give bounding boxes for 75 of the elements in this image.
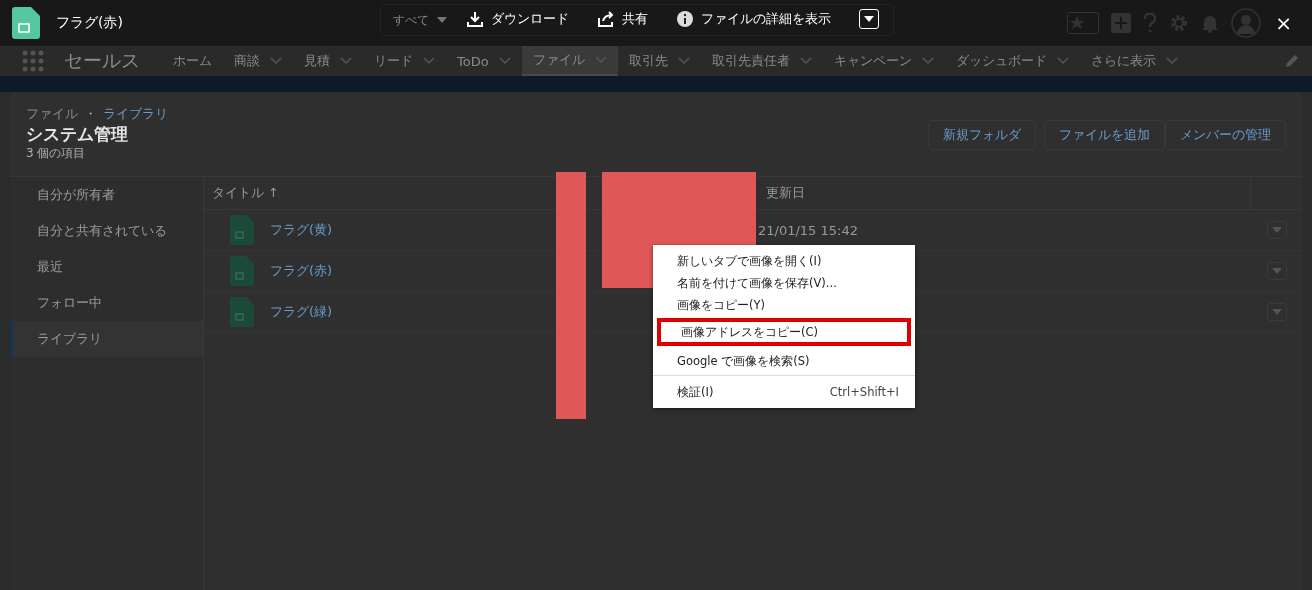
row-menu-button[interactable] <box>1266 262 1287 280</box>
chevron-icon <box>799 57 812 65</box>
share-button[interactable]: 共有 <box>597 8 648 30</box>
more-menu-button[interactable] <box>859 9 879 29</box>
menu-item[interactable]: 画像をコピー(Y) <box>653 294 915 316</box>
avatar-icon[interactable] <box>1231 8 1262 38</box>
menu-item[interactable]: 画像アドレスをコピー(C) <box>657 318 911 346</box>
caret-icon <box>864 16 874 22</box>
file-name: フラグ(赤) <box>56 14 123 32</box>
menu-item[interactable]: 名前を付けて画像を保存(V)... <box>653 272 915 294</box>
chevron-icon <box>340 57 352 65</box>
image-file-icon <box>12 7 40 39</box>
page-action-button[interactable]: ファイルを追加 <box>1044 120 1165 150</box>
menu-item[interactable]: 検証(I) Ctrl+Shift+I <box>653 381 915 403</box>
chevron-icon <box>921 57 934 65</box>
row-menu-button[interactable] <box>1266 221 1287 239</box>
sidebar-item[interactable]: 最近 <box>10 249 203 285</box>
file-details-button[interactable]: ファイルの詳細を表示 <box>676 8 831 30</box>
caret-icon <box>1271 227 1282 233</box>
chevron-icon <box>498 57 511 65</box>
page-title: システム管理 <box>26 123 129 145</box>
nav-tab[interactable]: さらに表示 <box>1079 46 1189 76</box>
close-button[interactable]: × <box>1271 11 1296 35</box>
nav-tab[interactable]: 見積 <box>293 46 363 76</box>
nav-tab[interactable]: ファイル <box>521 46 618 76</box>
app-launcher-icon[interactable] <box>22 50 44 72</box>
nav-tab[interactable]: 商談 <box>223 46 293 76</box>
breadcrumb-text: ファイル <box>26 106 78 123</box>
bell-icon[interactable] <box>1201 13 1220 33</box>
nav-tab[interactable]: ToDo <box>446 46 522 76</box>
chevron-icon <box>423 57 435 65</box>
menu-item[interactable]: 新しいタブで画像を開く(I) <box>653 250 915 272</box>
sidebar-item[interactable]: 自分が所有者 <box>10 177 203 213</box>
column-header[interactable]: タイトル ↑ <box>212 184 279 200</box>
sidebar-item[interactable]: フォロー中 <box>10 285 203 321</box>
page-action-button[interactable]: メンバーの管理 <box>1165 120 1286 150</box>
row-menu-button[interactable] <box>1266 303 1287 321</box>
nav-tab[interactable]: ホーム <box>162 46 223 76</box>
column-header[interactable]: 更新日 <box>756 184 1250 202</box>
chevron-icon <box>594 56 607 64</box>
download-icon <box>466 10 484 28</box>
download-button[interactable]: ダウンロード <box>466 8 569 30</box>
nav-tab[interactable]: 取引先 <box>617 46 701 76</box>
help-icon[interactable] <box>1143 13 1158 33</box>
nav-tab[interactable]: キャンペーン <box>822 46 945 76</box>
plus-icon[interactable] <box>1111 13 1132 33</box>
breadcrumb-separator: ・ <box>84 106 97 123</box>
table-cell: 21/01/15 15:42 <box>758 222 858 238</box>
chevron-icon <box>1056 57 1069 65</box>
chevron-icon <box>270 57 282 65</box>
image-file-icon <box>230 215 254 245</box>
image-file-icon <box>230 256 254 286</box>
caret-icon <box>1271 268 1282 274</box>
sidebar-item[interactable]: ライブラリ <box>10 321 203 357</box>
breadcrumb-link[interactable]: ライブラリ <box>103 106 168 123</box>
file-link[interactable]: フラグ(緑) <box>270 303 333 321</box>
file-link[interactable]: フラグ(黄) <box>270 221 333 239</box>
caret-icon <box>1271 309 1282 315</box>
pencil-icon[interactable] <box>1284 53 1300 69</box>
share-icon <box>597 10 615 28</box>
nav-tab[interactable]: 取引先責任者 <box>700 46 823 76</box>
chevron-icon <box>1165 57 1178 65</box>
menu-item[interactable]: Google で画像を検索(S) <box>653 348 915 376</box>
app-name: セールス <box>64 48 140 73</box>
new-folder-button[interactable]: 新規フォルダ <box>928 120 1036 150</box>
item-count: 3 個の項目 <box>26 145 87 162</box>
nav-tab[interactable]: リード <box>363 46 446 76</box>
file-link[interactable]: フラグ(赤) <box>270 262 333 280</box>
settings-icon[interactable] <box>1169 13 1190 33</box>
sidebar-item[interactable]: 自分と共有されている <box>10 213 203 249</box>
caret-icon <box>437 17 447 23</box>
chevron-icon <box>677 57 690 65</box>
info-icon <box>676 10 694 28</box>
nav-tab[interactable]: ダッシュボード <box>944 46 1080 76</box>
image-file-icon <box>230 297 254 327</box>
